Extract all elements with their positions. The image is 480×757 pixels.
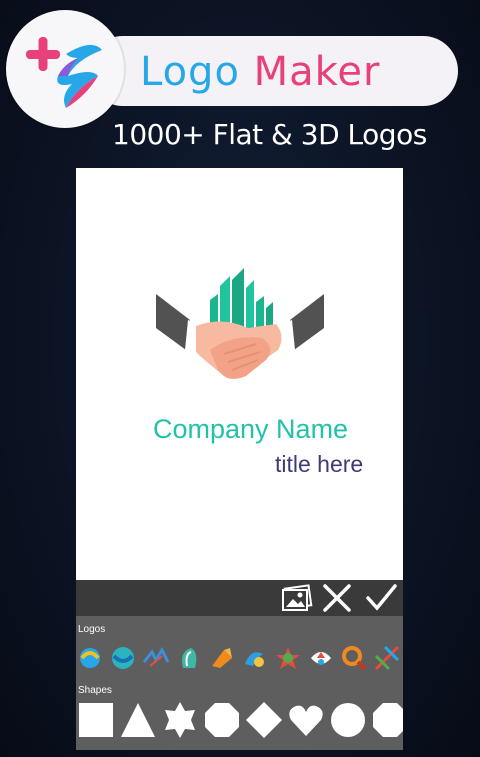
triangle-shape[interactable]	[120, 702, 156, 738]
circle-shape[interactable]	[330, 702, 366, 738]
logos-label: Logos	[78, 624, 106, 635]
logo-thumb-8[interactable]	[307, 644, 335, 672]
app-title-maker: Maker	[253, 49, 381, 95]
editor-toolbar	[76, 580, 403, 616]
shapes-label: Shapes	[78, 685, 112, 696]
logo-maker-icon	[26, 37, 102, 108]
logos-row[interactable]	[76, 644, 403, 672]
gallery-icon[interactable]	[281, 584, 313, 612]
app-subtitle: 1000+ Flat & 3D Logos	[112, 118, 427, 151]
check-icon[interactable]	[365, 584, 397, 612]
heart-shape[interactable]	[288, 702, 324, 738]
logo-thumb-2[interactable]	[109, 644, 137, 672]
logo-thumb-7[interactable]	[274, 644, 302, 672]
star-burst-shape[interactable]	[162, 702, 198, 738]
tagline-text[interactable]: title here	[275, 451, 363, 478]
octagon-shape[interactable]	[204, 702, 240, 738]
logo-thumb-9[interactable]	[340, 644, 368, 672]
logo-thumb-1[interactable]	[76, 644, 104, 672]
octagon-shape-2[interactable]	[372, 702, 403, 738]
shapes-row[interactable]	[78, 702, 403, 738]
company-name-text[interactable]: Company Name	[153, 414, 348, 445]
editor-screen: Company Name title here Logos Shapes	[76, 168, 403, 750]
assets-panel: Logos Shapes	[76, 616, 403, 750]
app-title-logo: Logo	[140, 49, 240, 95]
app-icon	[6, 10, 124, 128]
square-shape[interactable]	[78, 702, 114, 738]
logo-thumb-3[interactable]	[142, 644, 170, 672]
logo-thumb-6[interactable]	[241, 644, 269, 672]
logo-thumb-5[interactable]	[208, 644, 236, 672]
close-icon[interactable]	[321, 584, 351, 612]
handshake-building-logo[interactable]	[152, 258, 328, 408]
diamond-shape[interactable]	[246, 702, 282, 738]
app-title: Logo Maker	[140, 50, 380, 94]
logo-thumb-4[interactable]	[175, 644, 203, 672]
logo-thumb-10[interactable]	[373, 644, 401, 672]
